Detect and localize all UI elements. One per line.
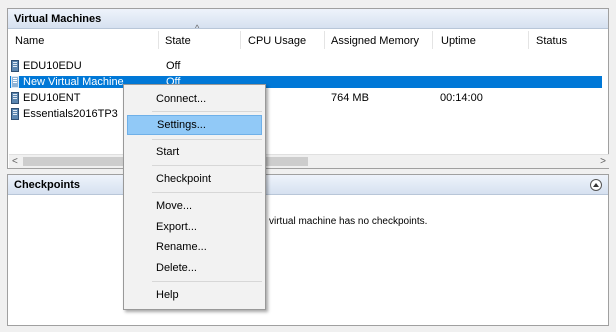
vm-name: Essentials2016TP3 xyxy=(23,108,118,120)
menu-separator xyxy=(152,281,262,282)
menu-item-delete[interactable]: Delete... xyxy=(127,258,262,278)
column-divider[interactable] xyxy=(528,31,529,49)
menu-item-connect[interactable]: Connect... xyxy=(127,89,262,109)
menu-item-settings[interactable]: Settings... xyxy=(127,115,262,135)
context-menu: Connect... Settings... Start Checkpoint … xyxy=(123,84,266,310)
menu-separator xyxy=(152,192,262,193)
menu-separator xyxy=(152,139,262,140)
column-header-assigned-memory[interactable]: Assigned Memory xyxy=(331,33,419,49)
column-header-name[interactable]: Name xyxy=(15,33,44,49)
menu-item-move[interactable]: Move... xyxy=(127,196,262,216)
column-divider[interactable] xyxy=(240,31,241,49)
vm-icon xyxy=(11,108,19,120)
vm-row-new-virtual-machine[interactable]: New Virtual Machine Off xyxy=(10,76,602,88)
menu-separator xyxy=(152,165,262,166)
vm-icon xyxy=(11,60,19,72)
checkpoints-panel: Checkpoints xyxy=(7,174,609,326)
virtual-machines-panel: Virtual Machines xyxy=(7,8,609,169)
vm-icon xyxy=(11,76,19,88)
vm-uptime: 00:14:00 xyxy=(440,92,483,104)
collapse-up-icon[interactable] xyxy=(590,179,602,191)
vm-name: EDU10EDU xyxy=(23,60,82,72)
column-header-cpu-usage[interactable]: CPU Usage xyxy=(248,33,306,49)
vm-row-edu10ent[interactable]: EDU10ENT 764 MB 00:14:00 xyxy=(10,92,602,104)
column-header-state[interactable]: State xyxy=(165,33,191,49)
vm-row-edu10edu[interactable]: EDU10EDU Off xyxy=(10,60,602,72)
menu-separator xyxy=(152,111,262,112)
vm-icon xyxy=(11,92,19,104)
checkpoints-header: Checkpoints xyxy=(8,175,608,195)
horizontal-scrollbar[interactable]: < > xyxy=(9,154,609,168)
vm-assigned-memory: 764 MB xyxy=(331,92,369,104)
menu-item-checkpoint[interactable]: Checkpoint xyxy=(127,169,262,189)
column-divider[interactable] xyxy=(324,31,325,49)
column-header-status[interactable]: Status xyxy=(536,33,567,49)
column-divider[interactable] xyxy=(158,31,159,49)
menu-item-help[interactable]: Help xyxy=(127,285,262,305)
checkpoints-empty-message: virtual machine has no checkpoints. xyxy=(269,216,428,227)
vm-name: New Virtual Machine xyxy=(23,76,124,88)
menu-item-export[interactable]: Export... xyxy=(127,217,262,237)
menu-item-start[interactable]: Start xyxy=(127,142,262,162)
vm-row-essentials2016tp3[interactable]: Essentials2016TP3 xyxy=(10,108,602,120)
vm-state: Off xyxy=(166,60,181,72)
scroll-left-icon[interactable]: < xyxy=(12,155,18,168)
vm-name: EDU10ENT xyxy=(23,92,81,104)
virtual-machines-header: Virtual Machines xyxy=(8,9,608,29)
menu-item-rename[interactable]: Rename... xyxy=(127,237,262,257)
column-header-uptime[interactable]: Uptime xyxy=(441,33,476,49)
scroll-right-icon[interactable]: > xyxy=(600,155,606,168)
column-divider[interactable] xyxy=(432,31,433,49)
sort-ascending-icon: ^ xyxy=(195,23,200,33)
